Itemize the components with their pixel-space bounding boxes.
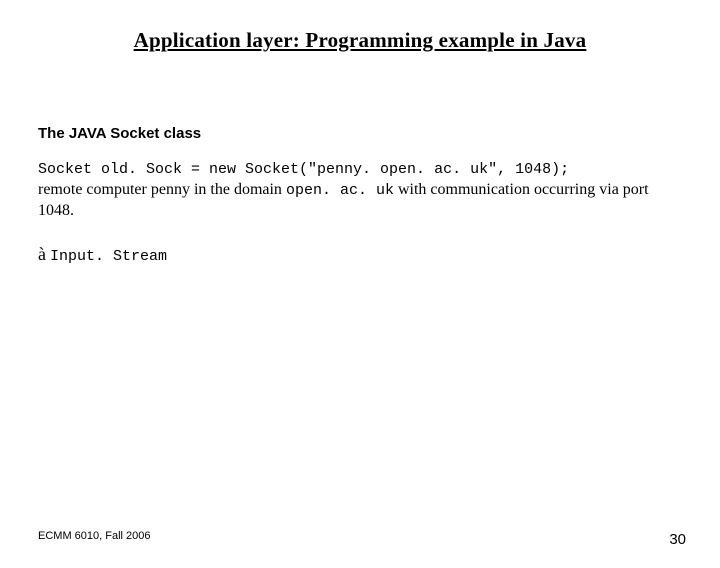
code-declaration: Socket old. Sock = new Socket("penny. op… [38, 160, 682, 180]
arrow-code: Input. Stream [50, 248, 167, 265]
section-heading: The JAVA Socket class [38, 125, 682, 142]
arrow-icon: à [38, 244, 46, 264]
slide-title: Application layer: Programming example i… [0, 28, 720, 53]
footer-course: ECMM 6010, Fall 2006 [38, 530, 151, 542]
inline-code-domain: open. ac. uk [286, 182, 394, 199]
slide-content: The JAVA Socket class Socket old. Sock =… [38, 125, 682, 265]
body-paragraph: remote computer penny in the domain open… [38, 180, 682, 222]
body-prefix: remote computer penny in the domain [38, 181, 286, 198]
arrow-line: àInput. Stream [38, 244, 682, 265]
